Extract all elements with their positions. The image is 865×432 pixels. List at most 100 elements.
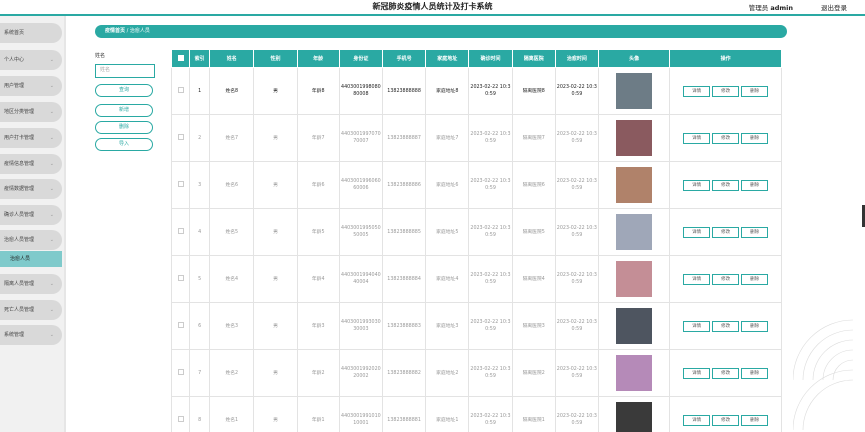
sidebar-item-deceased[interactable]: 死亡人员管理 ⌄ [0,300,62,320]
row-checkbox[interactable] [171,114,191,162]
cell-hospital: 隔离医院4 [511,255,556,303]
edit-button[interactable]: 修改 [712,367,740,379]
sidebar-item-users[interactable]: 用户管理 ⌄ [0,76,62,96]
detail-button[interactable]: 详情 [683,367,711,379]
chevron-down-icon: ⌄ [49,109,54,115]
table-row[interactable]: 2 姓名7 男年龄7 440300199707070007 13823888887 家庭地… [171,114,782,162]
detail-button[interactable]: 详情 [683,273,711,285]
batch-delete-button[interactable]: 删除 [95,121,153,134]
chevron-down-icon: ⌄ [49,135,54,141]
sidebar-item-isolated[interactable]: 隔离人员管理 ⌄ [0,274,62,294]
column-header: 姓名 [209,49,255,68]
edit-button[interactable]: 修改 [712,179,740,191]
import-button[interactable]: 导入 [95,138,153,151]
add-button[interactable]: 新增 [95,104,153,117]
cell-address: 家庭地址7 [425,114,470,162]
cell-hospital: 隔离医院1 [511,396,556,432]
chevron-down-icon: ⌄ [49,186,54,192]
row-checkbox[interactable] [171,396,191,432]
sidebar-item-label: 隔离人员管理 [4,281,35,287]
breadcrumb: 疫情首页 / 治愈人员 [95,25,787,38]
detail-button[interactable]: 详情 [683,226,711,238]
edit-button[interactable]: 修改 [712,273,740,285]
delete-button[interactable]: 删除 [741,273,769,285]
edit-button[interactable]: 修改 [712,414,740,426]
chevron-down-icon: ⌄ [49,212,54,218]
avatar-cell [597,396,671,432]
cell-phone: 13823888881 [381,396,427,432]
sidebar-item-region[interactable]: 地区分类管理 ⌄ [0,102,62,122]
sidebar-item-system[interactable]: 系统管理 ⌄ [0,325,62,345]
name-search-input[interactable]: 姓名 [95,64,155,78]
delete-button[interactable]: 删除 [741,226,769,238]
sidebar-item-epidemic-data[interactable]: 疫情数据管理 ⌄ [0,179,62,199]
delete-button[interactable]: 删除 [741,414,769,426]
table-row[interactable]: 3 姓名6 男年龄6 440300199606060006 13823888886 家庭地… [171,161,782,209]
breadcrumb-home[interactable]: 疫情首页 [105,28,125,34]
logout-link[interactable]: 退出登录 [821,2,847,12]
detail-button[interactable]: 详情 [683,85,711,97]
sidebar-item-personal[interactable]: 个人中心 ⌄ [0,50,62,70]
row-checkbox[interactable] [171,67,191,115]
delete-button[interactable]: 删除 [741,320,769,332]
edit-button[interactable]: 修改 [712,85,740,97]
delete-button[interactable]: 删除 [741,85,769,97]
cell-name: 姓名2 [209,349,255,397]
row-checkbox[interactable] [171,161,191,209]
sidebar-item-label: 疫情数据管理 [4,186,35,192]
cell-cure-time: 2023-02-22 10:30:59 [554,255,600,303]
cell-id-card: 440300199101010001 [338,396,383,432]
delete-button[interactable]: 删除 [741,367,769,379]
cell-confirm-time: 2023-02-22 10:30:59 [468,67,513,115]
cell-name: 姓名7 [209,114,255,162]
sidebar-item-epidemic-info[interactable]: 疫情信息管理 ⌄ [0,154,62,174]
cell-cure-time: 2023-02-22 10:30:59 [554,208,600,256]
edit-button[interactable]: 修改 [712,320,740,332]
detail-button[interactable]: 详情 [683,414,711,426]
sidebar-item-confirmed[interactable]: 确诊人员管理 ⌄ [0,205,62,225]
sidebar-subitem-cured-people[interactable]: 治愈人员 [0,251,62,267]
table-row[interactable]: 7 姓名2 男年龄2 440300199202020002 13823888882 家庭地… [171,349,782,397]
search-button[interactable]: 查询 [95,84,153,97]
table-row[interactable]: 5 姓名4 男年龄4 440300199404040004 13823888884 家庭地… [171,255,782,303]
row-checkbox[interactable] [171,302,191,350]
sidebar-item-label: 用户管理 [4,83,25,89]
select-all-checkbox[interactable] [171,49,191,68]
cell-gender: 男 [253,302,298,350]
cell-name: 姓名1 [209,396,255,432]
checkbox-icon [177,227,184,234]
edit-button[interactable]: 修改 [712,226,740,238]
cell-address: 家庭地址3 [425,302,470,350]
avatar-cell [597,302,671,350]
sidebar-item-cured[interactable]: 治愈人员管理 ⌄ [0,230,62,250]
detail-button[interactable]: 详情 [683,132,711,144]
actions-cell: 详情 修改 删除 [669,349,782,397]
cell-address: 家庭地址5 [425,208,470,256]
edit-button[interactable]: 修改 [712,132,740,144]
detail-button[interactable]: 详情 [683,179,711,191]
row-checkbox[interactable] [171,255,191,303]
table-row[interactable]: 8 姓名1 男年龄1 440300199101010001 13823888881 家庭地… [171,396,782,432]
row-checkbox[interactable] [171,208,191,256]
delete-button[interactable]: 删除 [741,132,769,144]
checkbox-icon [177,321,184,328]
sidebar-item-label: 死亡人员管理 [4,307,35,313]
delete-button[interactable]: 删除 [741,179,769,191]
chevron-down-icon: ⌄ [49,83,54,89]
cell-phone: 13823888886 [381,161,427,209]
sidebar-item-checkin[interactable]: 用户打卡管理 ⌄ [0,128,62,148]
actions-cell: 详情 修改 删除 [669,302,782,350]
actions-cell: 详情 修改 删除 [669,255,782,303]
cell-id-card: 440300199505050005 [338,208,383,256]
table-row[interactable]: 1 姓名8 男年龄8 440300199808080008 13823888888 家庭地… [171,67,782,115]
cell-index: 4 [189,208,211,256]
table-row[interactable]: 4 姓名5 男年龄5 440300199505050005 13823888885 家庭地… [171,208,782,256]
table-row[interactable]: 6 姓名3 男年龄3 440300199303030003 13823888883 家庭地… [171,302,782,350]
actions-cell: 详情 修改 删除 [669,161,782,209]
cell-name: 姓名3 [209,302,255,350]
detail-button[interactable]: 详情 [683,320,711,332]
sidebar-item-home[interactable]: 系统首页 [0,23,62,43]
column-header: 操作 [669,49,782,68]
checkbox-icon [177,180,184,187]
row-checkbox[interactable] [171,349,191,397]
